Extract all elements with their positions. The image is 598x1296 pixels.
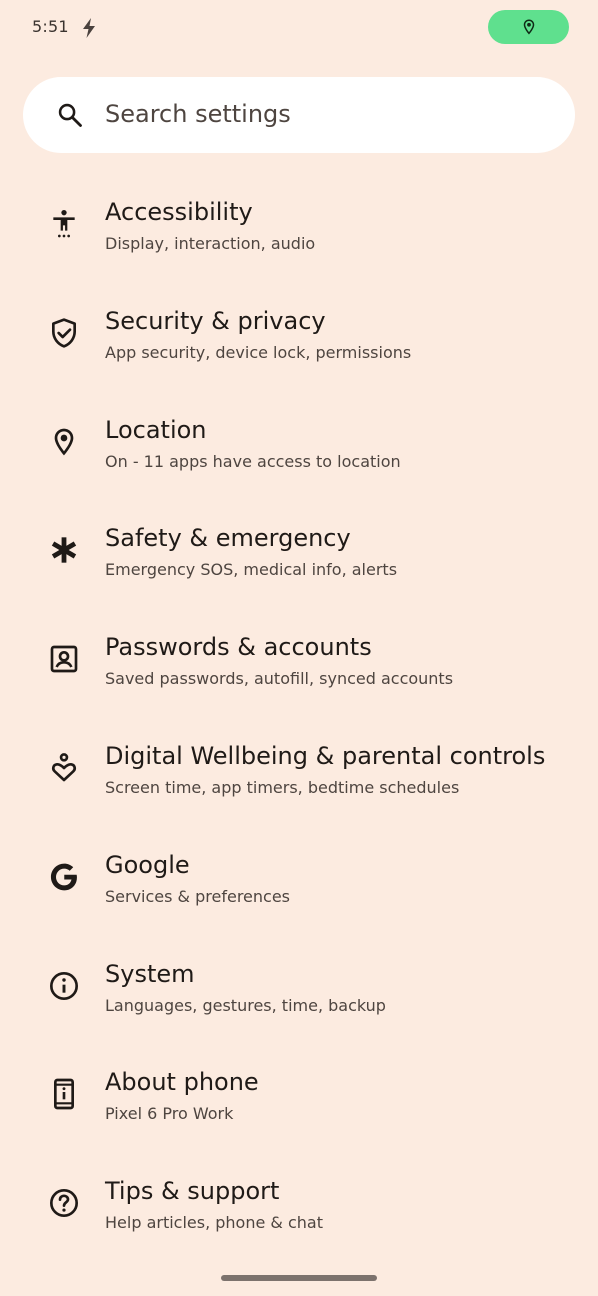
settings-item-google[interactable]: Google Services & preferences xyxy=(0,813,598,922)
settings-item-title: Digital Wellbeing & parental controls xyxy=(105,741,546,770)
settings-item-subtitle: Screen time, app timers, bedtime schedul… xyxy=(105,777,460,797)
settings-item-location[interactable]: Location On - 11 apps have access to loc… xyxy=(0,378,598,487)
settings-item-subtitle: App security, device lock, permissions xyxy=(105,342,412,362)
settings-item-subtitle: Help articles, phone & chat xyxy=(105,1213,323,1233)
settings-item-tips-support[interactable]: Tips & support Help articles, phone & ch… xyxy=(0,1139,598,1248)
search-input[interactable]: Search settings xyxy=(105,100,291,128)
status-bar: 5:51 xyxy=(0,0,598,56)
info-icon xyxy=(46,968,82,1004)
settings-item-title: Passwords & accounts xyxy=(105,633,372,662)
help-circle-icon xyxy=(46,1185,82,1221)
status-time: 5:51 xyxy=(32,17,69,36)
settings-item-security-privacy[interactable]: Security & privacy App security, device … xyxy=(0,269,598,378)
accessibility-icon xyxy=(46,206,82,242)
gesture-nav-handle[interactable] xyxy=(221,1275,377,1281)
settings-item-subtitle: On - 11 apps have access to location xyxy=(105,451,401,471)
settings-item-subtitle: Emergency SOS, medical info, alerts xyxy=(105,560,398,580)
location-indicator[interactable] xyxy=(488,10,569,44)
search-bar[interactable]: Search settings xyxy=(23,77,575,153)
settings-item-title: Google xyxy=(105,850,190,879)
settings-item-subtitle: Display, interaction, audio xyxy=(105,234,316,253)
location-pin-icon xyxy=(46,424,82,460)
settings-item-safety-emergency[interactable]: Safety & emergency Emergency SOS, medica… xyxy=(0,486,598,595)
settings-item-title: Tips & support xyxy=(105,1177,280,1206)
account-box-icon xyxy=(46,641,82,677)
settings-item-title: Accessibility xyxy=(105,198,253,226)
settings-item-subtitle: Services & preferences xyxy=(105,886,291,906)
settings-item-passwords-accounts[interactable]: Passwords & accounts Saved passwords, au… xyxy=(0,595,598,704)
settings-item-title: About phone xyxy=(105,1068,259,1097)
settings-list: Accessibility Display, interaction, audi… xyxy=(0,160,598,1248)
settings-item-accessibility[interactable]: Accessibility Display, interaction, audi… xyxy=(0,160,598,269)
search-icon xyxy=(58,103,82,127)
location-pin-icon xyxy=(523,19,534,35)
settings-item-title: Safety & emergency xyxy=(105,524,351,553)
settings-item-subtitle: Pixel 6 Pro Work xyxy=(105,1104,234,1124)
asterisk-icon xyxy=(46,532,82,568)
settings-item-digital-wellbeing[interactable]: Digital Wellbeing & parental controls Sc… xyxy=(0,704,598,813)
wellbeing-heart-icon xyxy=(46,750,82,786)
google-g-icon xyxy=(46,859,82,895)
settings-item-title: System xyxy=(105,959,195,988)
settings-item-subtitle: Languages, gestures, time, backup xyxy=(105,995,386,1015)
settings-item-title: Location xyxy=(105,415,207,444)
settings-item-about-phone[interactable]: About phone Pixel 6 Pro Work xyxy=(0,1030,598,1139)
settings-item-subtitle: Saved passwords, autofill, synced accoun… xyxy=(105,669,454,689)
shield-check-icon xyxy=(46,315,82,351)
settings-item-system[interactable]: System Languages, gestures, time, backup xyxy=(0,922,598,1031)
settings-item-title: Security & privacy xyxy=(105,306,326,335)
phone-info-icon xyxy=(46,1076,82,1112)
bolt-icon xyxy=(83,18,95,38)
